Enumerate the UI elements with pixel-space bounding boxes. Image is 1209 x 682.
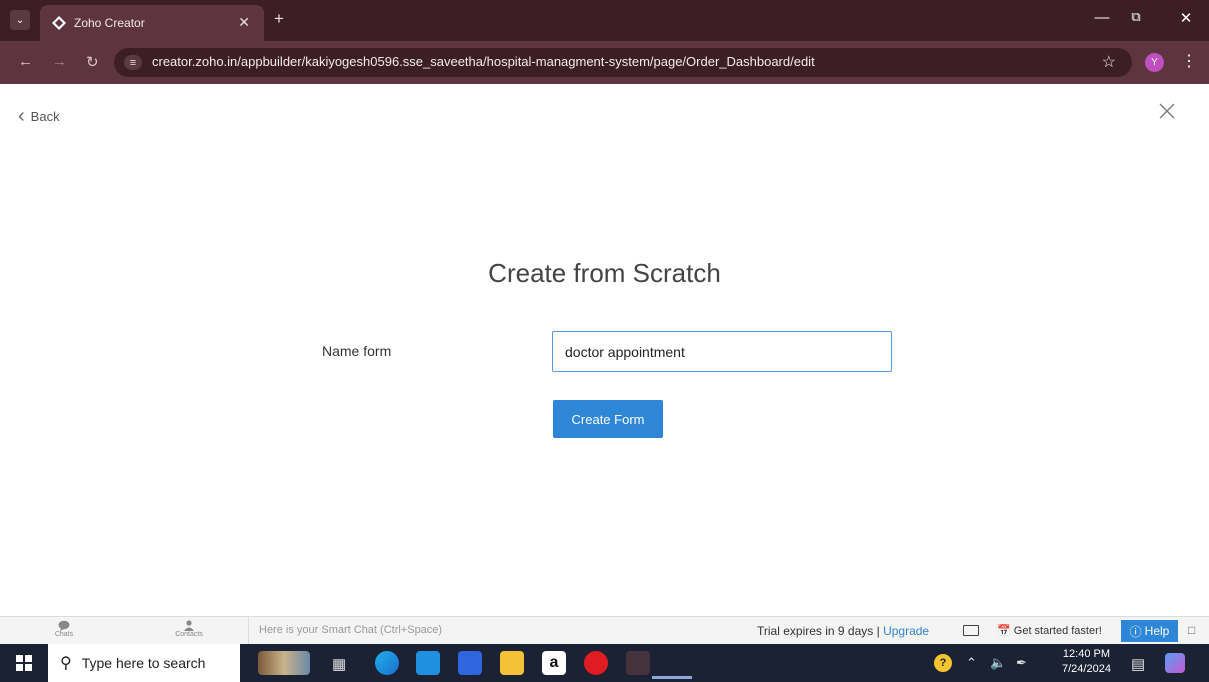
active-app-indicator — [652, 676, 692, 679]
upgrade-link[interactable]: Upgrade — [883, 624, 929, 638]
clock-time: 12:40 PM — [1062, 648, 1111, 660]
trial-text: Trial expires in 9 days | — [757, 624, 880, 638]
page-title: Create from Scratch — [488, 258, 721, 288]
calendar-icon: 📅 — [997, 625, 1011, 637]
chats-label: Chats — [54, 631, 74, 638]
new-tab-icon[interactable]: + — [274, 9, 284, 29]
browser-menu-icon[interactable]: ⋮ — [1181, 51, 1197, 71]
get-started-button[interactable]: 📅 Get started faster! — [997, 624, 1102, 637]
clock-date: 7/24/2024 — [1062, 663, 1111, 675]
form-name-input[interactable] — [552, 331, 892, 372]
create-form-button[interactable]: Create Form — [553, 400, 663, 438]
chats-button[interactable]: Chats — [34, 620, 94, 638]
file-explorer-icon[interactable] — [500, 651, 524, 675]
help-tray-icon[interactable]: ? — [934, 654, 952, 672]
edge-browser-icon[interactable] — [375, 651, 399, 675]
tab-close-icon[interactable]: ✕ — [238, 14, 250, 31]
name-form-label: Name form — [322, 343, 392, 359]
notifications-icon[interactable]: □ — [1188, 623, 1195, 637]
bookmark-star-icon[interactable]: ☆ — [1102, 52, 1116, 72]
address-bar[interactable]: ≡ creator.zoho.in/appbuilder/kakiyogesh0… — [114, 48, 1132, 77]
window-close-icon[interactable]: ✕ — [1174, 9, 1198, 27]
minimize-icon[interactable]: — — [1090, 9, 1114, 26]
contacts-button[interactable]: Contacts — [159, 620, 219, 638]
smart-chat-input[interactable]: Here is your Smart Chat (Ctrl+Space) — [248, 617, 728, 644]
notification-center-icon[interactable]: ▤ — [1131, 655, 1145, 673]
chevron-left-icon: ‹ — [18, 105, 25, 127]
back-link[interactable]: ‹ Back — [18, 106, 60, 126]
site-info-icon[interactable]: ≡ — [124, 55, 142, 70]
contact-person-icon — [184, 620, 194, 631]
browser-tab[interactable]: Zoho Creator ✕ — [40, 5, 264, 41]
chrome-icon[interactable] — [626, 651, 650, 675]
keyboard-icon[interactable] — [963, 625, 979, 636]
trial-status: Trial expires in 9 days | Upgrade — [757, 624, 929, 638]
windows-taskbar: ⚲ Type here to search ▦ a ? ⌃ 🔈 ✒ 12:40 … — [0, 644, 1209, 682]
close-icon[interactable] — [1158, 102, 1176, 120]
opera-icon[interactable] — [584, 651, 608, 675]
back-label: Back — [30, 108, 60, 124]
chevron-up-icon[interactable]: ⌃ — [966, 655, 977, 671]
pen-icon[interactable]: ✒ — [1016, 655, 1027, 671]
speaker-muted-icon[interactable]: 🔈 — [990, 655, 1006, 671]
search-placeholder: Type here to search — [81, 655, 206, 671]
help-circle-icon: ⓘ — [1129, 624, 1142, 639]
task-view-icon[interactable]: ▦ — [332, 655, 346, 673]
forward-arrow-icon[interactable]: → — [52, 53, 67, 70]
help-label: Help — [1144, 624, 1170, 638]
tab-title: Zoho Creator — [74, 16, 145, 30]
chat-bubble-icon — [58, 620, 70, 631]
page-content: ‹ Back Create from Scratch Name form Cre… — [0, 84, 1209, 616]
news-widget-icon[interactable] — [258, 651, 310, 675]
profile-avatar[interactable]: Y — [1145, 53, 1164, 72]
system-clock[interactable]: 12:40 PM 7/24/2024 — [1062, 647, 1111, 677]
windows-start-icon[interactable] — [16, 655, 32, 671]
zoho-bottom-bar: Chats Contacts Here is your Smart Chat (… — [0, 616, 1209, 644]
contacts-label: Contacts — [175, 631, 203, 638]
zoho-creator-favicon-icon — [52, 16, 66, 30]
browser-tab-strip: ⌄ Zoho Creator ✕ + — ⧉ ✕ — [0, 0, 1209, 41]
taskbar-search-box[interactable]: ⚲ Type here to search — [48, 644, 240, 682]
url-text[interactable]: creator.zoho.in/appbuilder/kakiyogesh059… — [152, 54, 815, 69]
mail-icon[interactable] — [416, 651, 440, 675]
copilot-icon[interactable] — [1165, 653, 1185, 673]
get-started-label: Get started faster! — [1013, 625, 1102, 637]
browser-toolbar: ← → ↻ ≡ creator.zoho.in/appbuilder/kakiy… — [0, 41, 1209, 84]
help-button[interactable]: ⓘ Help — [1121, 620, 1178, 642]
reload-icon[interactable]: ↻ — [86, 53, 99, 71]
tab-search-chevron-icon[interactable]: ⌄ — [10, 10, 30, 30]
back-arrow-icon[interactable]: ← — [18, 53, 33, 70]
dropbox-icon[interactable] — [458, 651, 482, 675]
restore-icon[interactable]: ⧉ — [1124, 9, 1148, 25]
search-icon: ⚲ — [60, 655, 72, 672]
amazon-icon[interactable]: a — [542, 651, 566, 675]
